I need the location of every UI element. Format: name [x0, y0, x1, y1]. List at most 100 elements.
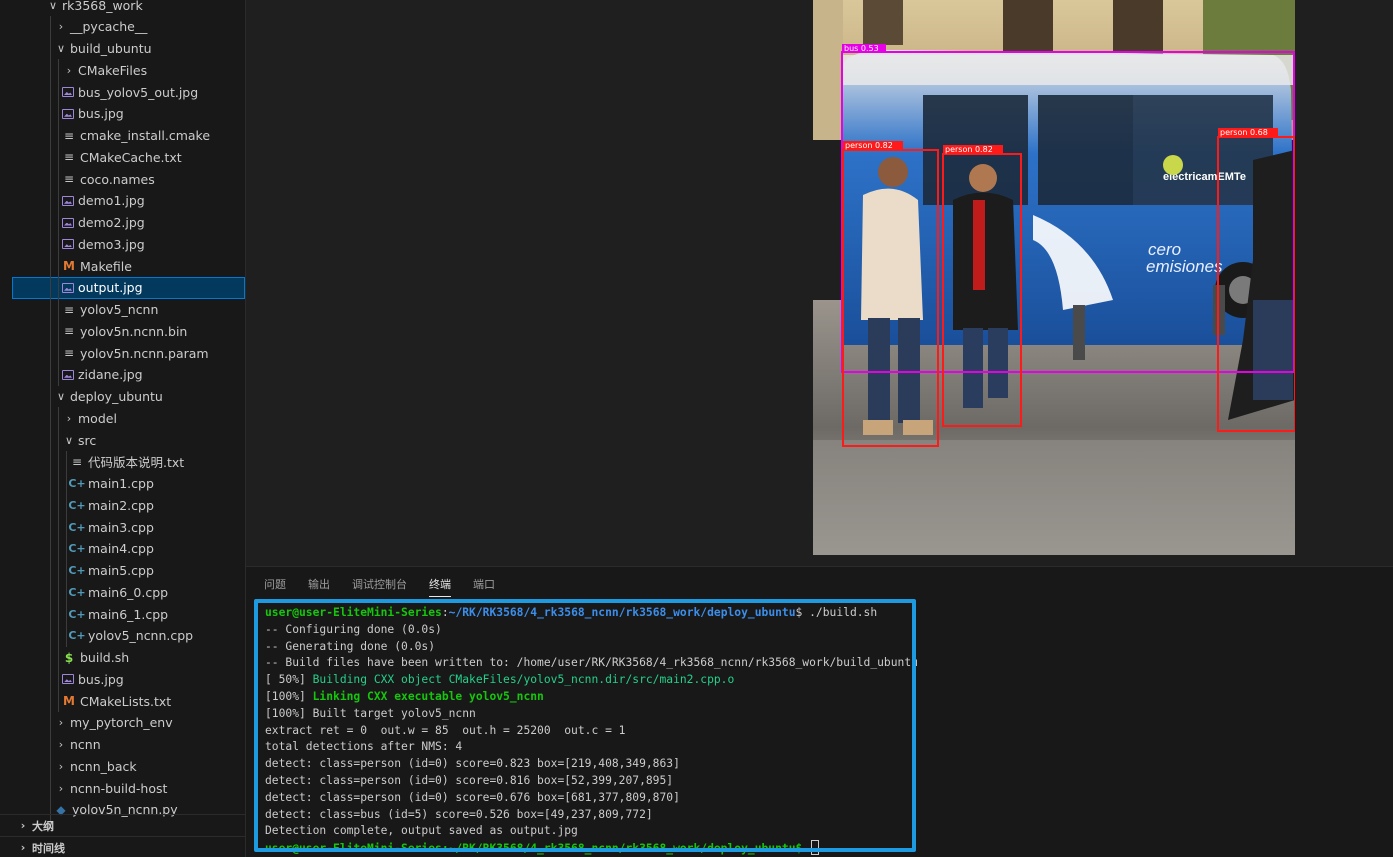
terminal-line-text: detect: class=person (id=0) score=0.823 …: [265, 757, 680, 771]
tree-item[interactable]: ≡ cmake_install.cmake: [0, 124, 245, 147]
timeline-label: 时间线: [32, 841, 65, 855]
indent-guide: [66, 581, 67, 604]
indent-guide: [58, 668, 59, 691]
chevron-right-icon: ›: [20, 819, 26, 832]
chevron-right-icon[interactable]: ›: [62, 412, 76, 425]
tree-item[interactable]: bus.jpg: [0, 102, 245, 125]
timeline-section-header[interactable]: › 时间线: [0, 836, 245, 857]
tree-item[interactable]: M Makefile: [0, 255, 245, 277]
tree-item[interactable]: › ncnn: [0, 733, 245, 756]
tree-item[interactable]: demo1.jpg: [0, 189, 245, 212]
tree-item-label: output.jpg: [78, 280, 143, 296]
indent-guide: [66, 537, 67, 560]
indent-guide: [50, 668, 51, 691]
terminal-line: -- Generating done (0.0s): [265, 639, 1195, 656]
tree-item[interactable]: ≡ coco.names: [0, 168, 245, 190]
tree-item[interactable]: › ncnn_back: [0, 755, 245, 778]
chevron-right-icon[interactable]: ›: [54, 20, 68, 33]
tree-item[interactable]: demo2.jpg: [0, 211, 245, 234]
tab-terminal[interactable]: 终端: [429, 577, 451, 599]
terminal-line: [100%] Built target yolov5_ncnn: [265, 706, 1195, 723]
tree-item[interactable]: ≡ yolov5n.ncnn.bin: [0, 320, 245, 343]
cpp-file-icon: C+: [68, 498, 86, 512]
tree-item[interactable]: C+ main1.cpp: [0, 472, 245, 495]
tree-item[interactable]: ≡ yolov5n.ncnn.param: [0, 342, 245, 364]
tree-item[interactable]: $ build.sh: [0, 646, 245, 669]
outline-section-header[interactable]: › 大纲: [0, 814, 245, 836]
terminal-line-text: -- Configuring done (0.0s): [265, 622, 442, 636]
tree-item[interactable]: › my_pytorch_env: [0, 711, 245, 734]
indent-guide: [50, 168, 51, 190]
terminal-line: detect: class=bus (id=5) score=0.526 box…: [265, 807, 1195, 824]
terminal-line-text: Linking CXX executable yolov5_ncnn: [312, 689, 544, 703]
indent-guide: [58, 146, 59, 169]
chevron-right-icon[interactable]: ›: [54, 716, 68, 729]
tab-debug-console[interactable]: 调试控制台: [352, 577, 407, 599]
terminal-line: detect: class=person (id=0) score=0.823 …: [265, 756, 1195, 773]
tree-item[interactable]: demo3.jpg: [0, 233, 245, 256]
editor-area: cero emisiones eléctricamEMTe bus 0.53 p…: [246, 0, 1393, 566]
terminal-line-text: Detection complete, output saved as outp…: [265, 824, 578, 838]
chevron-right-icon[interactable]: ›: [54, 782, 68, 795]
tab-output[interactable]: 输出: [308, 577, 330, 599]
tree-item[interactable]: C+ main6_1.cpp: [0, 603, 245, 625]
indent-guide: [50, 59, 51, 82]
tree-item[interactable]: ∨ src: [0, 429, 245, 451]
terminal-line-text: detect: class=person (id=0) score=0.816 …: [265, 773, 674, 787]
indent-guide: [58, 537, 59, 560]
terminal-line-prefix: [ 50%]: [265, 673, 313, 687]
indent-guide: [50, 15, 51, 38]
image-file-icon: [62, 195, 74, 206]
tree-item[interactable]: C+ main5.cpp: [0, 559, 245, 582]
chevron-right-icon[interactable]: ›: [62, 64, 76, 77]
tree-item[interactable]: C+ main4.cpp: [0, 537, 245, 560]
indent-guide: [50, 189, 51, 212]
tree-item-label: ncnn-build-host: [70, 780, 168, 796]
tree-item[interactable]: › ncnn-build-host: [0, 777, 245, 799]
tab-ports[interactable]: 端口: [473, 577, 495, 599]
chevron-down-icon[interactable]: ∨: [54, 42, 68, 55]
indent-guide: [58, 168, 59, 190]
tree-item[interactable]: ∨ deploy_ubuntu: [0, 385, 245, 408]
indent-guide: [50, 603, 51, 625]
image-file-icon: [62, 282, 74, 293]
tree-item[interactable]: ≡ yolov5_ncnn: [0, 298, 245, 321]
chevron-down-icon[interactable]: ∨: [46, 0, 60, 12]
image-file-icon: [62, 108, 74, 119]
panel-tab-bar: 问题 输出 调试控制台 终端 端口: [264, 577, 517, 597]
indent-guide: [50, 429, 51, 451]
tree-item[interactable]: ∨ rk3568_work: [0, 0, 245, 16]
terminal-line: -- Configuring done (0.0s): [265, 622, 1195, 639]
chevron-right-icon[interactable]: ›: [54, 738, 68, 751]
tree-item[interactable]: C+ main2.cpp: [0, 494, 245, 517]
tree-item[interactable]: zidane.jpg: [0, 363, 245, 386]
chevron-down-icon[interactable]: ∨: [54, 390, 68, 403]
tree-item[interactable]: ∨ build_ubuntu: [0, 37, 245, 60]
indent-guide: [58, 624, 59, 647]
tree-item-label: main6_0.cpp: [88, 584, 169, 600]
tree-item[interactable]: M CMakeLists.txt: [0, 690, 245, 712]
tree-item[interactable]: › __pycache__: [0, 15, 245, 38]
text-file-icon: ≡: [71, 454, 83, 469]
terminal-line-text: -- Generating done (0.0s): [265, 639, 436, 653]
tree-item[interactable]: C+ main3.cpp: [0, 516, 245, 538]
terminal-line: total detections after NMS: 4: [265, 739, 1195, 756]
tree-item-label: main5.cpp: [88, 563, 154, 578]
image-file-icon: [62, 217, 74, 228]
chevron-down-icon[interactable]: ∨: [62, 434, 76, 447]
tree-item[interactable]: C+ main6_0.cpp: [0, 581, 245, 604]
terminal-line: detect: class=person (id=0) score=0.816 …: [265, 773, 1195, 790]
tree-item[interactable]: ≡ 代码版本说明.txt: [0, 450, 245, 473]
tree-item[interactable]: › CMakeFiles: [0, 59, 245, 82]
tree-item[interactable]: bus.jpg: [0, 668, 245, 691]
indent-guide: [50, 320, 51, 343]
tree-item[interactable]: C+ yolov5_ncnn.cpp: [0, 624, 245, 647]
tree-item[interactable]: ≡ CMakeCache.txt: [0, 146, 245, 169]
tree-item[interactable]: bus_yolov5_out.jpg: [0, 81, 245, 103]
chevron-right-icon[interactable]: ›: [54, 760, 68, 773]
indent-guide: [58, 189, 59, 212]
tree-item[interactable]: output.jpg: [12, 276, 245, 299]
terminal-output[interactable]: user@user-EliteMini-Series:~/RK/RK3568/4…: [265, 605, 1195, 855]
tree-item[interactable]: › model: [0, 407, 245, 430]
tab-problems[interactable]: 问题: [264, 577, 286, 599]
